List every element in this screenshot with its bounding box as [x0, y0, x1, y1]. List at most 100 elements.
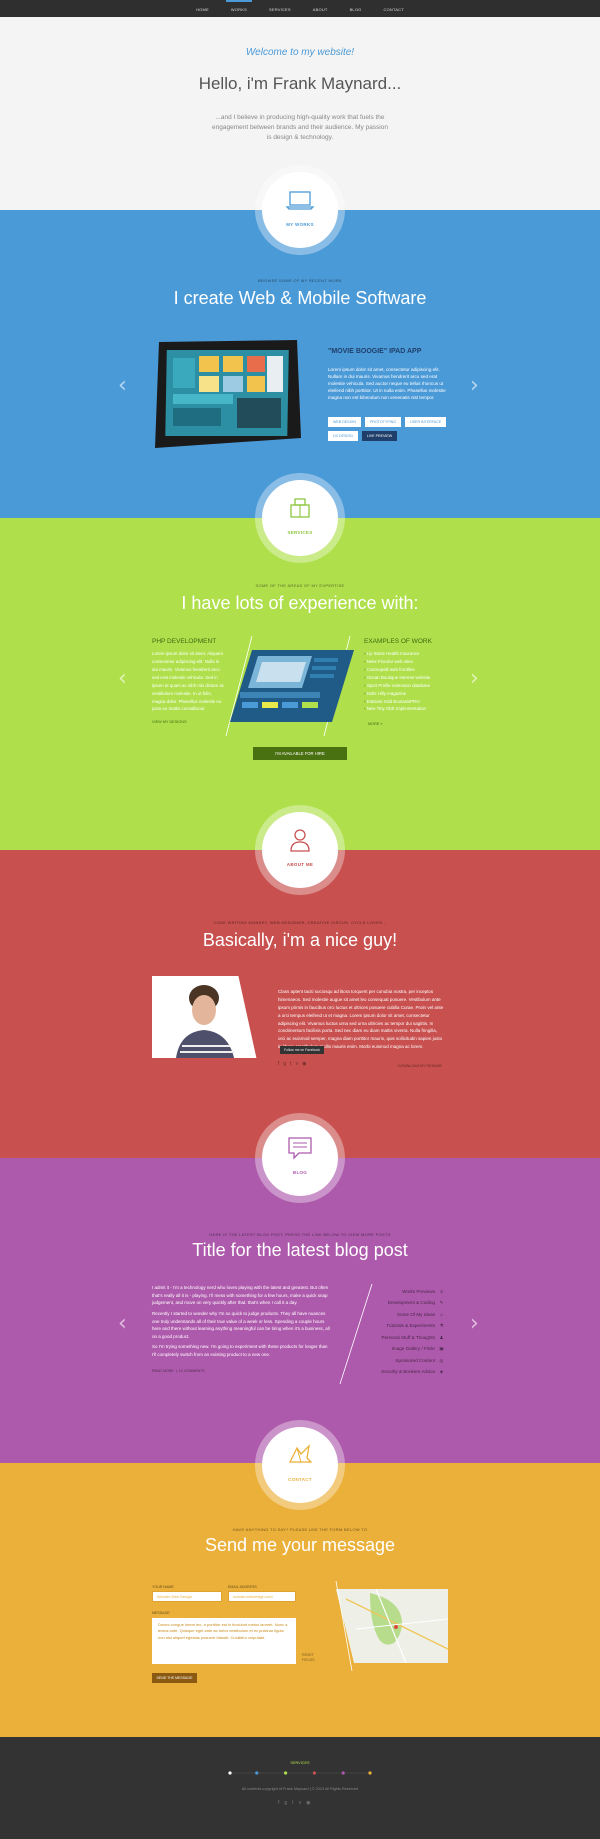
google-plus-icon[interactable]: g — [283, 1061, 286, 1067]
tablet-mockup-image — [155, 340, 301, 448]
prev-arrow-icon[interactable]: ‹ — [118, 668, 128, 690]
name-label: YOUR NAME — [152, 1585, 174, 1589]
facebook-icon[interactable]: f — [278, 1800, 279, 1806]
read-more-link[interactable]: READ MORE — [152, 1369, 174, 1373]
category-item[interactable]: Personal Stuff & Thoughts ♟ — [381, 1332, 445, 1343]
works-title: I create Web & Mobile Software — [173, 288, 427, 308]
services-badge: SERVICES — [255, 473, 345, 563]
project-description: Lorem ipsum dolor sit amet, consectetur … — [328, 367, 446, 401]
more-link[interactable]: MORE » — [368, 722, 383, 726]
vimeo-icon[interactable]: v — [299, 1800, 302, 1806]
google-plus-icon[interactable]: g — [284, 1800, 287, 1806]
blog-kicker: HERE IS THE LATEST BLOG POST. PRESS THE … — [209, 1232, 391, 1237]
laptop-icon — [285, 191, 315, 210]
hire-button[interactable]: I'M AVAILABLE FOR HIRE — [253, 747, 347, 760]
nav-services[interactable]: SERVICES — [258, 0, 302, 17]
live-preview-button[interactable]: LIVE PREVIEW — [361, 431, 398, 441]
nav-works[interactable]: WORKS — [220, 0, 258, 17]
category-item[interactable]: Works Previews ♙ — [381, 1286, 445, 1297]
blog-excerpt: I admit it - I'm a technology nerd who l… — [152, 1284, 330, 1362]
timeline-dot[interactable] — [228, 1771, 232, 1775]
message-label: MESSAGE — [152, 1611, 170, 1615]
timeline-dot[interactable] — [341, 1771, 345, 1775]
twitter-icon[interactable]: t — [292, 1800, 293, 1806]
category-item[interactable]: Sponsored Content ◎ — [381, 1355, 445, 1366]
nav-about[interactable]: ABOUT — [302, 0, 339, 17]
about-kicker: CODE WRITING MONKEY, WEB DESIGNER, CREAT… — [213, 920, 387, 925]
about-description: Class aptent taciti sociosqu ad litora t… — [278, 989, 444, 1050]
website-screenshot-image — [225, 636, 354, 736]
email-field[interactable]: wonder.webdesign.com — [228, 1591, 296, 1602]
tag-web-design[interactable]: WEB DESIGN — [328, 417, 361, 427]
footer-section-label: SERVICES — [290, 1761, 310, 1765]
user-icon: ♟ — [439, 1334, 444, 1340]
timeline-dot[interactable] — [368, 1771, 372, 1775]
wrench-icon: ✎ — [439, 1300, 444, 1306]
services-kicker: SOME OF THE AREAS OF MY EXPERTISE — [255, 583, 345, 588]
next-arrow-icon[interactable]: › — [470, 668, 480, 690]
category-item[interactable]: Security & Bonkers Advice ◈ — [381, 1366, 445, 1377]
blog-badge: BLOG — [255, 1113, 345, 1203]
example-item[interactable]: Dolls Hilly magazine — [364, 690, 430, 698]
tag-ux-design[interactable]: UX DESIGN — [328, 431, 358, 441]
download-resume-link[interactable]: DOWNLOAD MY RESUME — [398, 1064, 442, 1068]
message-textarea[interactable]: Donec congue lorem leo, a porttitor est … — [152, 1618, 296, 1664]
category-item[interactable]: Development & Coding ✎ — [381, 1297, 445, 1308]
blog-title: Title for the latest blog post — [192, 1240, 408, 1260]
portrait-photo-image — [152, 976, 257, 1058]
nav-home[interactable]: HOME — [185, 0, 220, 17]
person-icon: ♙ — [439, 1289, 444, 1294]
category-item[interactable]: Tutorials & Experiments ⚗ — [381, 1320, 445, 1331]
send-message-button[interactable]: SEND THE MESSAGE — [152, 1673, 197, 1683]
timeline-dot[interactable] — [284, 1771, 288, 1775]
example-item[interactable]: Netix Fiscolor web sites — [364, 658, 430, 666]
tag-prototyping[interactable]: PROTOTYPING — [364, 417, 402, 427]
divider-line — [335, 1581, 353, 1671]
timeline-dot[interactable] — [255, 1771, 259, 1775]
prev-arrow-icon[interactable]: ‹ — [118, 375, 128, 397]
origami-bird-icon — [288, 1444, 313, 1463]
services-title: I have lots of experience with: — [181, 593, 419, 613]
example-item[interactable]: Entisent Gdd BootasisPRO — [364, 698, 430, 706]
example-item[interactable]: Liy Stone Health Insurance — [364, 650, 430, 658]
project-tags: WEB DESIGN PROTOTYPING USER INTERFACE UX… — [328, 417, 448, 441]
blocks-icon — [290, 498, 310, 518]
image-icon: ▣ — [439, 1346, 444, 1352]
example-item[interactable]: Ocean Boutique Internet website — [364, 674, 431, 682]
nav-blog[interactable]: BLOG — [339, 0, 373, 17]
dribbble-icon[interactable]: ◉ — [302, 1061, 306, 1067]
about-title: Basically, i'm a nice guy! — [202, 930, 398, 950]
facebook-icon[interactable]: f — [278, 1061, 279, 1067]
name-field[interactable]: Wonder Web Design — [152, 1591, 222, 1602]
contact-kicker: HAVE ANYTHING TO SAY? PLEASE USE THE FOR… — [232, 1527, 368, 1532]
blog-paragraph: So I'm trying something new. I'm going t… — [152, 1344, 328, 1358]
example-item[interactable]: Cosmopolit web frontline — [364, 666, 430, 674]
category-item[interactable]: Image Gallery / Flickr ▣ — [381, 1343, 445, 1354]
vimeo-icon[interactable]: v — [296, 1061, 299, 1067]
examples-title: EXAMPLES OF WORK — [364, 638, 432, 645]
contact-title: Send me your message — [204, 1535, 396, 1555]
php-description: Lorem ipsum dolor sit amet, Aliquam cons… — [152, 651, 224, 712]
view-designs-link[interactable]: VIEW MY DESIGNS — [152, 720, 187, 724]
works-kicker: BROWSE SOME OF MY RECENT WORK — [257, 278, 343, 283]
footer: SERVICES All contents copyright of Frank… — [0, 1737, 600, 1839]
timeline-dot[interactable] — [312, 1771, 316, 1775]
copyright-text: All contents copyright of Frank Maynard … — [241, 1787, 359, 1791]
category-item[interactable]: Some Of My Ideas ☼ — [381, 1309, 445, 1320]
comments-link[interactable]: 12 COMMENTS — [179, 1369, 205, 1373]
example-item[interactable]: Sport Profile extension database — [364, 682, 430, 690]
dribbble-icon[interactable]: ◉ — [306, 1800, 310, 1806]
twitter-icon[interactable]: t — [290, 1061, 291, 1067]
reset-fields-link[interactable]: RESET FIELDS — [302, 1653, 316, 1662]
next-arrow-icon[interactable]: › — [470, 375, 480, 397]
prev-arrow-icon[interactable]: ‹ — [118, 1313, 128, 1335]
tag-user-interface[interactable]: USER INTERFACE — [405, 417, 447, 427]
email-label: EMAIL ADDRESS — [228, 1585, 257, 1589]
top-navigation: HOME WORKS SERVICES ABOUT BLOG CONTACT — [0, 0, 600, 17]
services-badge-label: SERVICES — [287, 530, 313, 535]
next-arrow-icon[interactable]: › — [470, 1313, 480, 1335]
blog-section: HERE IS THE LATEST BLOG POST. PRESS THE … — [0, 1158, 600, 1463]
nav-contact[interactable]: CONTACT — [372, 0, 414, 17]
works-badge-label: MY WORKS — [286, 222, 314, 227]
example-item[interactable]: New Tiny GbE Implementation — [364, 705, 430, 713]
